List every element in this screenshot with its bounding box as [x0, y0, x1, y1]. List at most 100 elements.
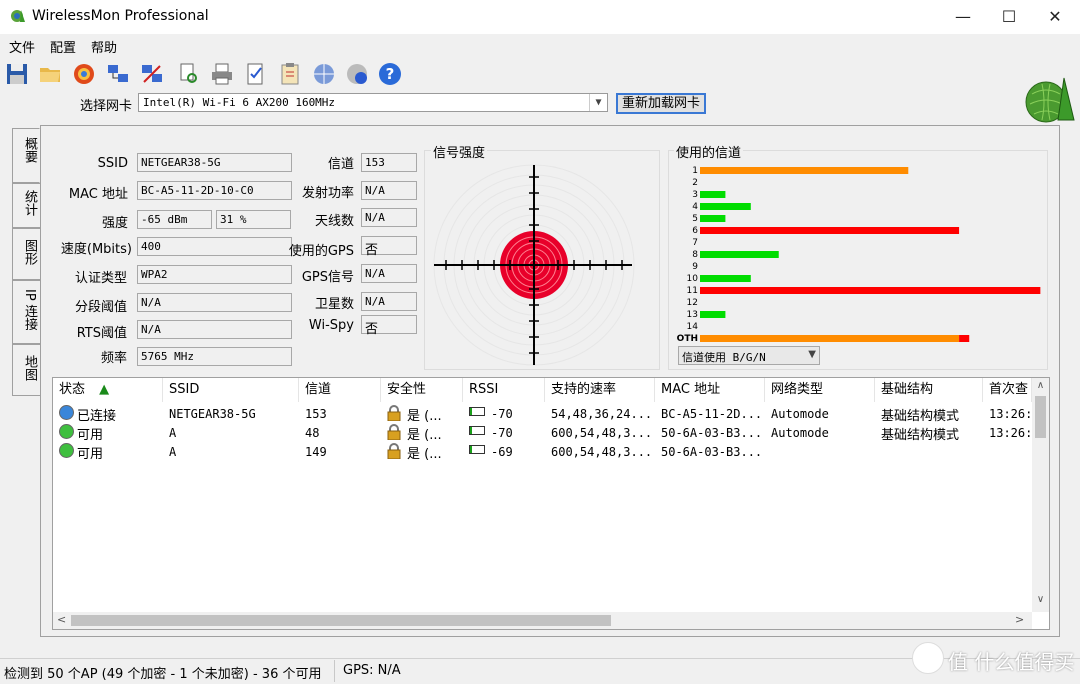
watermark: 值 什么值得买	[948, 650, 1075, 674]
column-header-2[interactable]: 信道	[299, 378, 381, 402]
app-icon	[11, 10, 25, 22]
open-folder-icon[interactable]	[38, 62, 62, 86]
row-rates: 600,54,48,3...	[551, 426, 653, 440]
column-header-3[interactable]: 安全性	[381, 378, 463, 402]
column-header-5[interactable]: 支持的速率	[545, 378, 655, 402]
channel-label-8: 8	[692, 250, 698, 260]
tab-graph[interactable]: 图形	[12, 228, 40, 280]
channels-used-title: 使用的信道	[674, 142, 744, 161]
table-row[interactable]: 可用 A 48 是 (... -70 600,54,48,3... 50-6A-03-B3.…	[53, 423, 1032, 444]
info-icon[interactable]	[345, 62, 369, 86]
vertical-scrollbar[interactable]: ∧ ∨	[1032, 378, 1049, 612]
rssi-meter-icon	[469, 407, 485, 416]
ap-list[interactable]: 状态 ▲ SSID 信道 安全性 RSSI 支持的速率 MAC 地址 网络类型 基础结构 首次查 …	[52, 377, 1050, 630]
satellites-field: N/A	[361, 292, 417, 311]
column-header-7[interactable]: 网络类型	[765, 378, 875, 402]
reload-adapter-button[interactable]: 重新加载网卡	[616, 93, 706, 114]
column-header-1[interactable]: SSID	[163, 378, 299, 402]
channel-bar-5	[700, 215, 726, 222]
antennas-field: N/A	[361, 208, 417, 227]
scroll-right-icon[interactable]: >	[1015, 613, 1024, 626]
help-icon[interactable]: ?	[378, 62, 402, 86]
row-channel: 149	[305, 445, 327, 459]
freq-field: 5765 MHz	[137, 347, 292, 366]
scroll-up-icon[interactable]: ∧	[1032, 380, 1049, 391]
menu-file[interactable]: 文件	[9, 37, 35, 56]
lock-icon	[387, 424, 401, 444]
menu-config[interactable]: 配置	[50, 37, 76, 56]
channel-label-4: 4	[692, 202, 698, 212]
table-row[interactable]: 已连接 NETGEAR38-5G 153 是 (... -70 54,48,36,24..…	[53, 404, 1032, 425]
status-dot-icon	[59, 405, 74, 420]
maximize-button[interactable]: ☐	[986, 0, 1032, 34]
minimize-button[interactable]: —	[940, 0, 986, 34]
gps-used-label: 使用的GPS	[288, 244, 354, 259]
ssid-field: NETGEAR38-5G	[137, 153, 292, 172]
target-icon[interactable]	[72, 62, 96, 86]
scroll-down-icon[interactable]: ∨	[1032, 594, 1049, 605]
checklist-icon[interactable]	[244, 62, 268, 86]
channel-bar-10	[700, 275, 751, 282]
save-icon[interactable]	[5, 62, 29, 86]
mac-field: BC-A5-11-2D-10-C0	[137, 181, 292, 200]
column-header-4[interactable]: RSSI	[463, 378, 545, 402]
column-header-6[interactable]: MAC 地址	[655, 378, 765, 402]
tab-ip-connections[interactable]: IP 连接	[12, 280, 40, 344]
strength-pct-field: 31 %	[216, 210, 291, 229]
row-rates: 600,54,48,3...	[551, 445, 653, 459]
channel-field: 153	[361, 153, 417, 172]
channel-mode-select-value: 信道使用 B/G/N	[682, 351, 766, 364]
status-gps: GPS: N/A	[343, 663, 401, 678]
lock-icon	[387, 443, 401, 463]
column-header-0[interactable]: 状态 ▲	[53, 378, 163, 402]
tab-summary[interactable]: 概要	[12, 128, 40, 183]
scroll-left-icon[interactable]: <	[57, 613, 66, 626]
network-icon[interactable]	[106, 62, 130, 86]
row-security: 是 (...	[407, 409, 442, 424]
rssi-meter-icon	[469, 426, 485, 435]
row-nettype: Automode	[771, 407, 829, 421]
vertical-scroll-thumb[interactable]	[1035, 396, 1046, 438]
lock-icon	[387, 405, 401, 425]
row-rssi: -69	[491, 445, 513, 459]
globe-network-icon[interactable]	[312, 62, 336, 86]
horizontal-scroll-thumb[interactable]	[71, 615, 611, 626]
sort-ascending-icon: ▲	[95, 382, 110, 397]
signal-target-graphic	[433, 164, 635, 366]
column-header-9[interactable]: 首次查	[983, 378, 1032, 402]
row-infra: 基础结构模式	[881, 409, 960, 424]
print-preview-icon[interactable]	[176, 62, 200, 86]
status-dot-icon	[59, 443, 74, 458]
channel-bar-6	[700, 227, 960, 234]
network-alert-icon[interactable]	[140, 62, 164, 86]
print-icon[interactable]	[210, 62, 234, 86]
watermark-logo-icon	[912, 642, 944, 674]
chevron-down-icon: ▼	[808, 349, 816, 360]
frag-field: N/A	[137, 293, 292, 312]
column-header-8[interactable]: 基础结构	[875, 378, 983, 402]
row-rssi: -70	[491, 407, 513, 421]
clipboard-icon[interactable]	[278, 62, 302, 86]
horizontal-scrollbar[interactable]: < >	[53, 612, 1032, 629]
wirelessmon-logo-icon	[1025, 77, 1075, 123]
row-security: 是 (...	[407, 447, 442, 462]
menu-help[interactable]: 帮助	[91, 37, 117, 56]
wispy-field: 否	[361, 315, 417, 337]
channel-mode-select[interactable]: 信道使用 B/G/N ▼	[678, 346, 820, 365]
mac-label: MAC 地址	[68, 187, 128, 202]
row-status: 已连接	[77, 409, 117, 424]
gps-used-field: 否	[361, 236, 417, 258]
tab-statistics[interactable]: 统计	[12, 183, 40, 228]
close-button[interactable]: ✕	[1032, 0, 1078, 34]
chevron-down-icon[interactable]: ▼	[589, 94, 607, 111]
tab-map[interactable]: 地图	[12, 344, 40, 396]
rts-field: N/A	[137, 320, 292, 339]
adapter-select[interactable]: Intel(R) Wi-Fi 6 AX200 160MHz ▼	[138, 93, 608, 112]
wispy-label: Wi-Spy	[308, 318, 354, 333]
channel-label-14: 14	[687, 322, 699, 332]
table-row[interactable]: 可用 A 149 是 (... -69 600,54,48,3... 50-6A-03-B3…	[53, 442, 1031, 463]
satellites-label: 卫星数	[314, 297, 354, 312]
channel-bar-8	[700, 251, 779, 258]
ssid-label: SSID	[97, 156, 128, 171]
antennas-label: 天线数	[314, 214, 354, 229]
